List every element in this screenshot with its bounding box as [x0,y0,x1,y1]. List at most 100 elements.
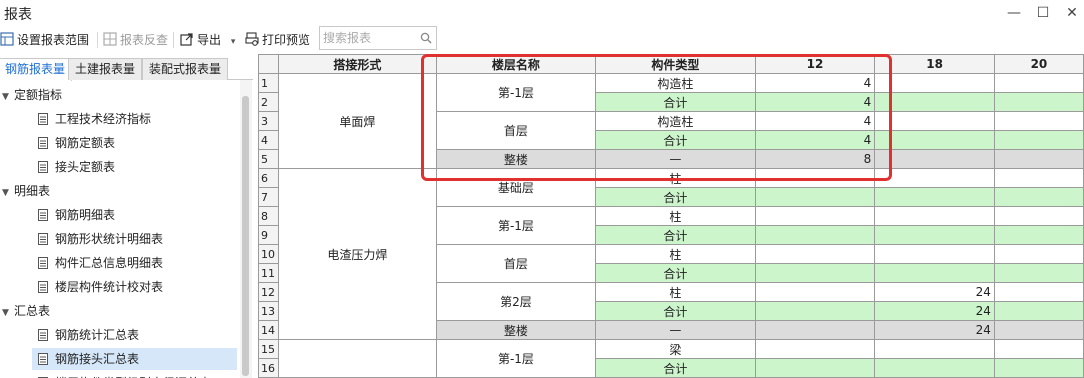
value-cell-20[interactable] [993,225,1084,245]
value-cell-18[interactable]: 24 [874,282,995,302]
value-cell-20[interactable] [993,92,1084,112]
floor-name-cell[interactable]: 基础层 [435,168,597,207]
value-cell-12[interactable] [754,320,876,340]
tree-item-report[interactable]: 钢筋定额表 [32,132,115,154]
value-cell-12[interactable]: 4 [754,111,876,131]
column-header[interactable]: 20 [993,54,1084,74]
value-cell-18[interactable] [874,111,995,131]
value-cell-20[interactable] [993,301,1084,321]
floor-name-cell[interactable]: 第-1层 [435,206,597,245]
component-type-cell[interactable]: 构造柱 [595,73,756,93]
tree-group[interactable]: ▼ 定额指标 [2,84,62,106]
print-preview-button[interactable]: 打印预览 [245,31,310,49]
chevron-down-icon[interactable]: ▾ [231,37,236,47]
value-cell-18[interactable] [874,92,995,112]
value-cell-18[interactable] [874,130,995,150]
component-type-cell[interactable]: 合计 [595,92,756,112]
table-row[interactable]: 15 第-1层梁 [258,339,1084,378]
floor-name-cell[interactable]: 第2层 [435,282,597,321]
value-cell-12[interactable]: 8 [754,149,876,169]
value-cell-12[interactable] [754,358,876,378]
floor-name-cell[interactable]: 首层 [435,244,597,283]
value-cell-20[interactable] [993,73,1084,93]
floor-name-cell[interactable]: 整楼 [435,149,597,169]
report-search-input[interactable] [320,27,416,49]
maximize-button[interactable]: ☐ [1032,3,1054,23]
component-type-cell[interactable]: 合计 [595,187,756,207]
joint-type-cell[interactable] [278,339,437,378]
value-cell-12[interactable] [754,168,876,188]
column-header[interactable]: 楼层名称 [435,54,597,74]
value-cell-18[interactable] [874,358,995,378]
value-cell-20[interactable] [993,111,1084,131]
value-cell-20[interactable] [993,320,1084,340]
value-cell-18[interactable]: 24 [874,320,995,340]
tree-item-report[interactable]: 楼层构件统计校对表 [32,276,163,298]
tree-item-report[interactable]: 构件汇总信息明细表 [32,252,163,274]
joint-type-cell[interactable]: 单面焊 [278,73,437,169]
floor-name-cell[interactable]: 第-1层 [435,339,597,378]
value-cell-12[interactable] [754,339,876,359]
value-cell-12[interactable] [754,263,876,283]
close-button[interactable]: ✕ [1061,3,1083,23]
value-cell-18[interactable] [874,206,995,226]
value-cell-20[interactable] [993,263,1084,283]
value-cell-20[interactable] [993,130,1084,150]
tree-group[interactable]: ▼ 汇总表 [2,300,50,322]
set-range-button[interactable]: 设置报表范围 [0,31,89,49]
expand-arrow-icon[interactable]: ▼ [2,182,14,204]
table-row[interactable]: 1 单面焊 第-1层 构造柱 4 [258,73,1084,169]
tab-civil-report[interactable]: 土建报表量 [68,58,143,80]
value-cell-18[interactable] [874,73,995,93]
value-cell-18[interactable] [874,244,995,264]
component-type-cell[interactable]: 合计 [595,130,756,150]
value-cell-20[interactable] [993,282,1084,302]
column-header[interactable]: 18 [874,54,995,74]
tree-item-report[interactable]: 楼层构件类型级别直径汇总表 [32,372,211,378]
value-cell-18[interactable] [874,225,995,245]
component-type-cell[interactable]: 合计 [595,263,756,283]
value-cell-12[interactable] [754,206,876,226]
column-header[interactable]: 构件类型 [595,54,756,74]
tree-group[interactable]: ▼ 明细表 [2,180,50,202]
component-type-cell[interactable]: 合计 [595,358,756,378]
value-cell-12[interactable] [754,187,876,207]
tab-rebar-report[interactable]: 钢筋报表量 [0,58,73,81]
minimize-button[interactable]: — [1003,3,1025,23]
column-header[interactable]: 搭接形式 [278,54,437,74]
value-cell-18[interactable] [874,187,995,207]
value-cell-18[interactable] [874,168,995,188]
component-type-cell[interactable]: 柱 [595,244,756,264]
tree-item-report[interactable]: 钢筋明细表 [32,204,115,226]
export-button[interactable]: 导出 ▾ [180,31,235,49]
tree-item-report[interactable]: 接头定额表 [32,156,115,178]
expand-arrow-icon[interactable]: ▼ [2,86,14,108]
tree-item-report[interactable]: 钢筋接头汇总表 [32,348,237,370]
value-cell-12[interactable] [754,282,876,302]
value-cell-12[interactable] [754,225,876,245]
component-type-cell[interactable]: — [595,320,756,340]
tree-scrollbar[interactable] [240,80,252,378]
tab-prefab-report[interactable]: 装配式报表量 [142,58,229,80]
component-type-cell[interactable]: 梁 [595,339,756,359]
floor-name-cell[interactable]: 首层 [435,111,597,150]
value-cell-20[interactable] [993,339,1084,359]
component-type-cell[interactable]: 柱 [595,206,756,226]
tree-item-report[interactable]: 钢筋形状统计明细表 [32,228,163,250]
value-cell-20[interactable] [993,244,1084,264]
column-header[interactable]: 12 [754,54,876,74]
table-row[interactable]: 6 电渣压力焊 基础层柱 [258,168,1084,340]
value-cell-20[interactable] [993,168,1084,188]
component-type-cell[interactable]: 合计 [595,301,756,321]
report-check-button[interactable]: 报表反查 [103,31,168,49]
value-cell-20[interactable] [993,358,1084,378]
value-cell-18[interactable] [874,339,995,359]
value-cell-12[interactable]: 4 [754,73,876,93]
floor-name-cell[interactable]: 整楼 [435,320,597,340]
component-type-cell[interactable]: 构造柱 [595,111,756,131]
value-cell-12[interactable]: 4 [754,130,876,150]
component-type-cell[interactable]: 柱 [595,168,756,188]
scrollbar-thumb[interactable] [242,96,249,376]
report-search-box[interactable] [319,26,437,50]
joint-type-cell[interactable]: 电渣压力焊 [278,168,437,340]
